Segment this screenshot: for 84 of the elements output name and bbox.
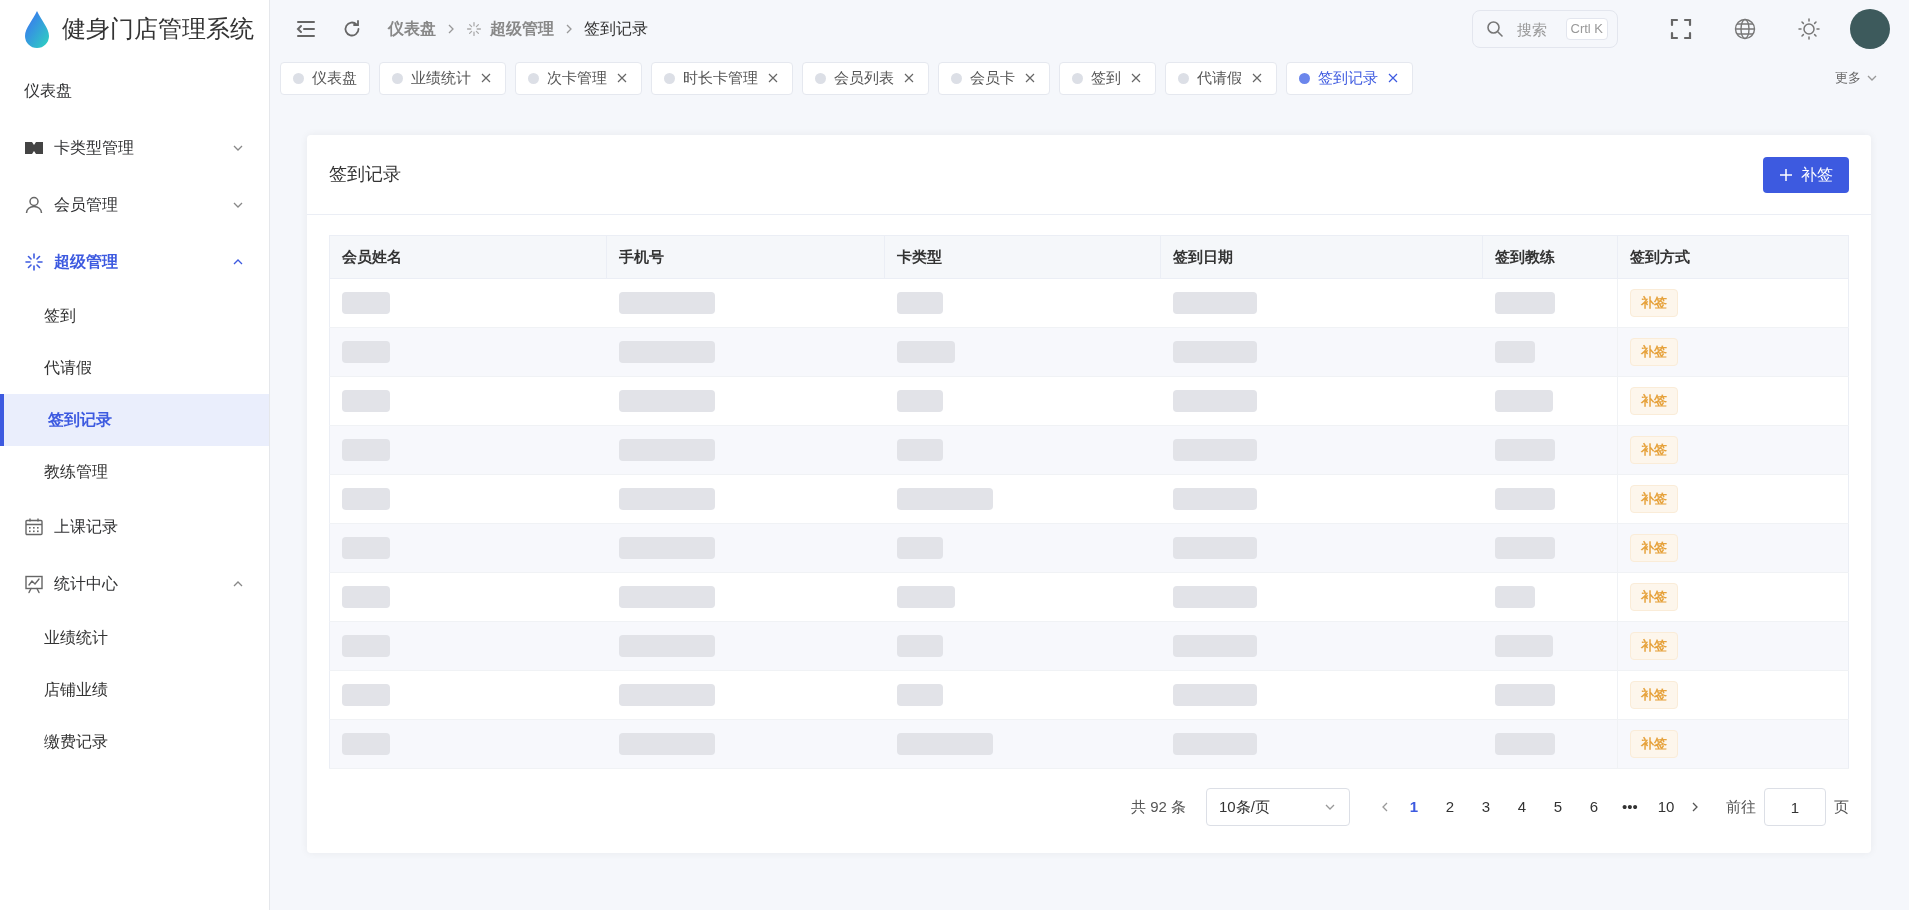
redacted-text: [342, 488, 390, 510]
total-count: 共 92 条: [1130, 796, 1186, 817]
menu-group[interactable]: 统计中心: [0, 555, 269, 612]
redacted-text: [342, 684, 390, 706]
redacted-text: [896, 684, 943, 706]
presentation-chart-icon: [24, 573, 44, 594]
menu-item[interactable]: 店铺业绩: [0, 664, 269, 716]
page-tab[interactable]: 会员卡: [938, 61, 1050, 95]
redacted-text: [896, 390, 943, 412]
sign-method-tag: 补签: [1630, 632, 1678, 660]
avatar[interactable]: [1850, 9, 1890, 49]
column-header: 会员姓名: [329, 235, 607, 279]
redacted-text: [1494, 684, 1555, 706]
page-button[interactable]: 2: [1436, 791, 1464, 823]
sparkle-icon: [466, 21, 482, 37]
redacted-text: [1494, 586, 1535, 608]
sign-method-tag: 补签: [1630, 338, 1678, 366]
redacted-text: [1494, 488, 1555, 510]
redacted-text: [342, 390, 390, 412]
menu-group[interactable]: 会员管理: [0, 176, 269, 233]
water-drop-logo-icon: [24, 10, 50, 48]
redacted-text: [1494, 390, 1553, 412]
plus-icon: [1779, 167, 1793, 182]
page-button[interactable]: 3: [1472, 791, 1500, 823]
sign-method-tag: 补签: [1630, 387, 1678, 415]
add-sign-in-button[interactable]: 补签: [1763, 156, 1849, 193]
page-tab[interactable]: 签到记录: [1286, 61, 1413, 95]
menu-item[interactable]: 代请假: [0, 342, 269, 394]
page-tab[interactable]: 代请假: [1165, 61, 1277, 95]
menu-group[interactable]: 卡类型管理: [0, 119, 269, 176]
sparkle-icon: [24, 251, 44, 272]
column-header: 卡类型: [884, 235, 1161, 279]
menu-item[interactable]: 签到记录: [0, 394, 269, 446]
menu-group[interactable]: 超级管理: [0, 233, 269, 290]
menu-item[interactable]: 上课记录: [0, 498, 269, 555]
page-unit-label: 页: [1834, 796, 1849, 817]
redacted-text: [896, 292, 943, 314]
goto-label: 前往: [1726, 796, 1756, 817]
redacted-text: [896, 586, 955, 608]
page-number-field[interactable]: 1: [1764, 788, 1826, 826]
sign-method-tag: 补签: [1630, 534, 1678, 562]
sign-method-tag: 补签: [1630, 730, 1678, 758]
sign-method-tag: 补签: [1630, 436, 1678, 464]
sun-icon[interactable]: [1798, 18, 1820, 40]
page-button[interactable]: 4: [1508, 791, 1536, 823]
menu-item[interactable]: 业绩统计: [0, 612, 269, 664]
page-tab[interactable]: 会员列表: [802, 61, 929, 95]
redacted-text: [342, 586, 390, 608]
menu-item[interactable]: 缴费记录: [0, 716, 269, 768]
more-tabs-button[interactable]: 更多: [1835, 68, 1879, 88]
shortcut-hint: Crtl K: [1565, 18, 1608, 40]
page-tab[interactable]: 次卡管理: [515, 61, 642, 95]
page-size-select[interactable]: 10条/页: [1206, 788, 1350, 826]
search-icon: [1486, 20, 1504, 38]
menu-fold-icon[interactable]: [296, 20, 316, 38]
page-button[interactable]: 6: [1580, 791, 1608, 823]
sign-method-tag: 补签: [1630, 583, 1678, 611]
sign-method-tag: 补签: [1630, 681, 1678, 709]
menu-item[interactable]: 签到: [0, 290, 269, 342]
sign-method-tag: 补签: [1630, 289, 1678, 317]
redacted-text: [1494, 292, 1555, 314]
page-tab[interactable]: 时长卡管理: [651, 61, 793, 95]
column-header: 签到教练: [1482, 235, 1618, 279]
app-title: 健身门店管理系统: [62, 14, 254, 44]
redacted-text: [342, 292, 390, 314]
fullscreen-icon[interactable]: [1670, 18, 1692, 40]
column-header: 签到日期: [1160, 235, 1483, 279]
refresh-icon[interactable]: [342, 19, 362, 39]
page-button[interactable]: 5: [1544, 791, 1572, 823]
menu-item[interactable]: 仪表盘: [0, 62, 269, 119]
page-button[interactable]: 1: [1400, 791, 1428, 823]
page-tab[interactable]: 签到: [1059, 61, 1156, 95]
page-button[interactable]: •••: [1616, 791, 1644, 823]
page-tab[interactable]: 仪表盘: [280, 61, 370, 95]
column-header: 手机号: [606, 235, 885, 279]
page-button[interactable]: 10: [1652, 791, 1680, 823]
card-title: 签到记录: [329, 163, 401, 186]
calendar-icon: [24, 516, 44, 537]
column-header: 签到方式: [1617, 235, 1849, 279]
sign-method-tag: 补签: [1630, 485, 1678, 513]
menu-item[interactable]: 教练管理: [0, 446, 269, 498]
page-tab[interactable]: 业绩统计: [379, 61, 506, 95]
user-icon: [24, 194, 44, 215]
globe-icon[interactable]: [1734, 18, 1756, 40]
